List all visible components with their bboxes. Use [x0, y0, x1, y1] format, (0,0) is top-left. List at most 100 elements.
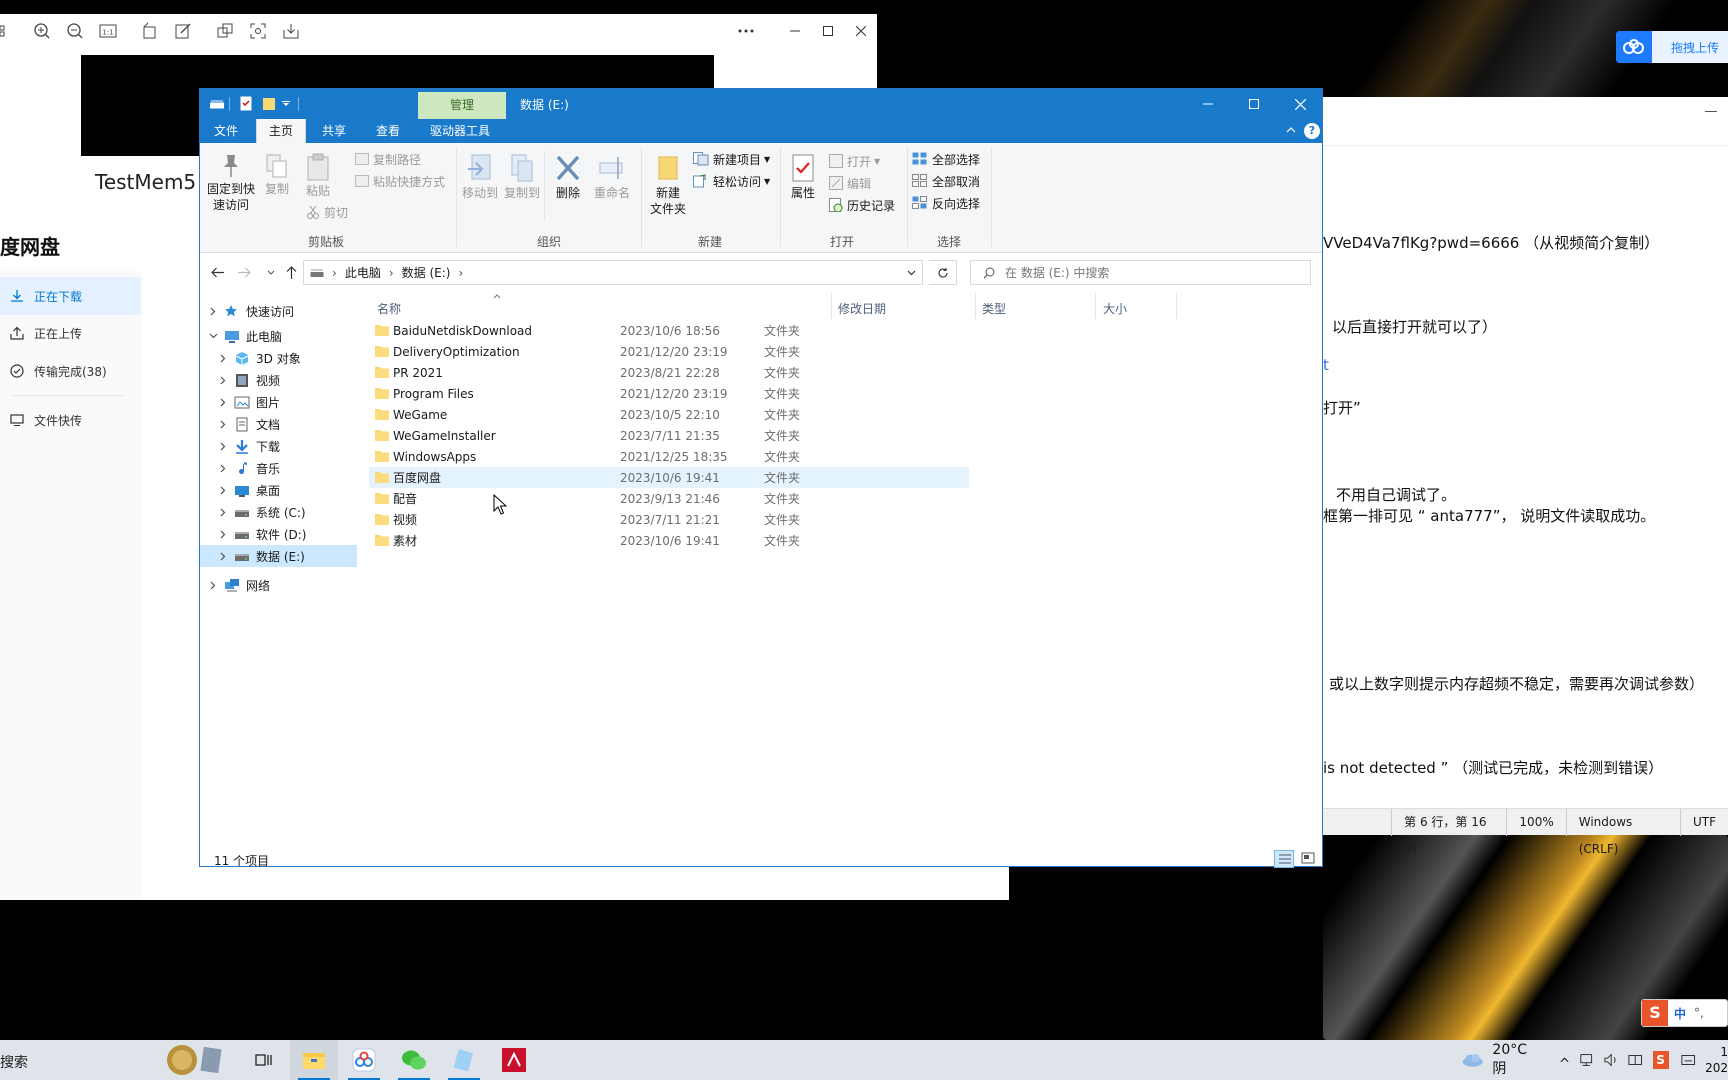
text-line[interactable]: 以后直接打开就可以了） [1332, 316, 1497, 337]
properties-button[interactable]: 属性 [785, 153, 821, 201]
edit-icon[interactable] [174, 22, 192, 40]
copy-path-button[interactable]: 复制路径 [355, 149, 421, 169]
show-hidden-icons-icon[interactable] [1560, 1057, 1569, 1063]
maximize-icon[interactable] [817, 22, 839, 40]
fit-screen-icon[interactable] [249, 22, 267, 40]
chevron-right-icon[interactable] [216, 486, 230, 495]
netdisk-item-quick-transfer[interactable]: 文件快传 [0, 401, 141, 439]
column-header-type[interactable]: 类型 [982, 300, 1006, 317]
taskbar-testmem[interactable] [490, 1040, 538, 1080]
text-line[interactable]: 打开” [1323, 397, 1361, 418]
nav-item[interactable]: 快速访问 [200, 300, 357, 322]
netdisk-item-uploading[interactable]: 正在上传 [0, 314, 141, 352]
text-line[interactable]: 不用自己调试了。 [1336, 484, 1456, 505]
actual-size-icon[interactable]: 1:1 [99, 22, 117, 40]
taskbar-notepad[interactable] [440, 1040, 488, 1080]
new-folder-icon[interactable] [263, 96, 275, 111]
volume-icon[interactable] [1604, 1053, 1618, 1067]
copy-icon[interactable] [216, 22, 234, 40]
chevron-right-icon[interactable] [216, 376, 230, 385]
nav-item[interactable]: 音乐 [200, 457, 357, 479]
refresh-button[interactable] [929, 260, 957, 285]
text-line[interactable]: 或以上数字则提示内存超频不稳定，需要再次调试参数） [1329, 673, 1704, 694]
rotate-icon[interactable] [141, 22, 159, 40]
task-view-button[interactable] [240, 1040, 288, 1080]
move-to-button[interactable]: 移动到 [460, 153, 500, 201]
nav-item[interactable]: 视频 [200, 369, 357, 391]
up-icon[interactable] [286, 266, 297, 279]
ime-status-icon[interactable] [1628, 1052, 1643, 1068]
nav-item[interactable]: 桌面 [200, 479, 357, 501]
chevron-right-icon[interactable] [216, 508, 230, 517]
large-icons-view-button[interactable] [1298, 850, 1318, 868]
sogou-tray-icon[interactable]: S [1652, 1051, 1669, 1069]
column-header-size[interactable]: 大小 [1103, 300, 1127, 317]
breadcrumb-this-pc[interactable]: 此电脑 [345, 264, 381, 281]
tab-manage[interactable]: 管理 [418, 92, 506, 119]
invert-selection-button[interactable]: 反向选择 [912, 193, 980, 213]
file-row[interactable]: WeGameInstaller 2023/7/11 21:35 文件夹 [369, 425, 969, 446]
close-icon[interactable] [850, 22, 872, 40]
save-icon[interactable] [282, 22, 300, 40]
new-item-button[interactable]: 新建项目 ▼ [693, 149, 770, 169]
file-row[interactable]: PR 2021 2023/8/21 22:28 文件夹 [369, 362, 969, 383]
clock[interactable]: 1 202 [1705, 1044, 1728, 1076]
taskbar-search-label[interactable]: 搜索 [0, 1052, 28, 1072]
netdisk-item-downloading[interactable]: 正在下载 [0, 277, 141, 315]
nav-item[interactable]: 文档 [200, 413, 357, 435]
file-row[interactable]: DeliveryOptimization 2021/12/20 23:19 文件夹 [369, 341, 969, 362]
nav-item[interactable]: 软件 (D:) [200, 523, 357, 545]
properties-icon[interactable] [240, 96, 252, 111]
netdisk-item-completed[interactable]: 传输完成(38) [0, 352, 141, 390]
tab-drive-tools[interactable]: 驱动器工具 [418, 119, 502, 143]
nav-item[interactable]: 此电脑 [200, 325, 357, 347]
nav-item[interactable]: 数据 (E:) [200, 545, 357, 567]
taskbar-wechat[interactable] [390, 1040, 438, 1080]
cut-button[interactable]: 剪切 [306, 202, 348, 222]
maximize-button[interactable] [1231, 89, 1277, 119]
new-folder-button[interactable]: 新建 文件夹 [646, 153, 690, 217]
address-bar[interactable]: › 此电脑 › 数据 (E:) › [303, 260, 923, 285]
ime-floating-bar[interactable]: S 中 °, [1641, 999, 1728, 1027]
delete-button[interactable]: 删除 [550, 153, 586, 201]
paste-shortcut-button[interactable]: 粘贴快捷方式 [355, 171, 445, 191]
weather-text[interactable]: 20°C 阴 [1492, 1042, 1540, 1078]
tab-view[interactable]: 查看 [364, 119, 412, 143]
close-button[interactable] [1277, 89, 1323, 119]
open-button[interactable]: 打开 ▼ [829, 151, 880, 171]
address-dropdown-icon[interactable] [907, 270, 916, 276]
text-line[interactable]: 框第一排可见 “ anta777”， 说明文件读取成功。 [1323, 505, 1655, 526]
chevron-right-icon[interactable] [206, 581, 220, 590]
breadcrumb-drive[interactable]: 数据 (E:) [402, 264, 451, 281]
input-indicator-icon[interactable] [1681, 1052, 1695, 1068]
forward-icon[interactable] [237, 267, 251, 278]
search-box[interactable]: 在 数据 (E:) 中搜索 [970, 260, 1311, 285]
nav-item[interactable]: 图片 [200, 391, 357, 413]
more-icon[interactable] [735, 22, 757, 40]
file-row[interactable]: 视频 2023/7/11 21:21 文件夹 [369, 509, 969, 530]
help-icon[interactable]: ? [1304, 123, 1320, 139]
chevron-right-icon[interactable] [216, 464, 230, 473]
file-row[interactable]: 素材 2023/10/6 19:41 文件夹 [369, 530, 969, 551]
minimize-button[interactable] [1185, 89, 1231, 119]
easy-access-button[interactable]: 轻松访问 ▼ [693, 171, 770, 191]
recent-locations-icon[interactable] [267, 270, 275, 275]
nav-item[interactable]: 下载 [200, 435, 357, 457]
tab-home[interactable]: 主页 [256, 119, 307, 143]
chevron-right-icon[interactable] [216, 354, 230, 363]
select-all-button[interactable]: 全部选择 [912, 149, 980, 169]
drag-upload-button[interactable]: 拖拽上传 [1616, 31, 1728, 63]
select-none-button[interactable]: 全部取消 [912, 171, 980, 191]
file-row[interactable]: Program Files 2021/12/20 23:19 文件夹 [369, 383, 969, 404]
copy-to-button[interactable]: 复制到 [502, 153, 542, 201]
paste-button[interactable]: 粘贴 [300, 153, 336, 199]
rename-button[interactable]: 重命名 [592, 153, 632, 201]
back-icon[interactable] [211, 267, 225, 278]
zoom-out-icon[interactable] [66, 22, 84, 40]
details-view-button[interactable] [1274, 850, 1294, 868]
chevron-right-icon[interactable] [216, 420, 230, 429]
zoom-in-icon[interactable] [33, 22, 51, 40]
taskbar-netdisk[interactable] [340, 1040, 388, 1080]
copy-button[interactable]: 复制 [258, 153, 296, 197]
chevron-right-icon[interactable] [216, 530, 230, 539]
